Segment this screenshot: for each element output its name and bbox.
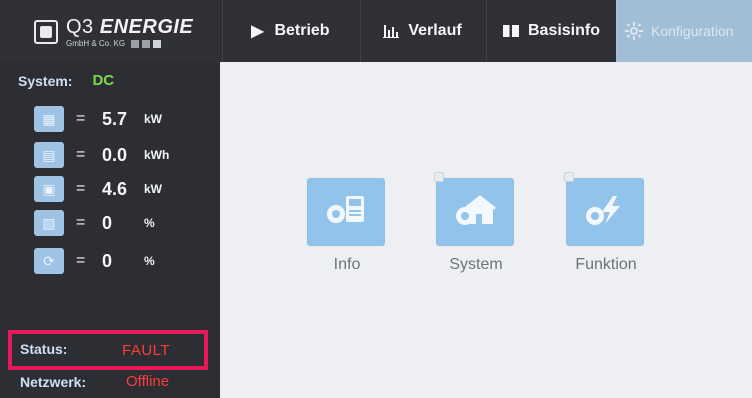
metric-value: 5.7	[102, 108, 128, 129]
brand-name: ENERGIE	[99, 15, 194, 38]
metric-row-inverter: ▣ = 4.6 kW	[34, 176, 162, 202]
solar-panel-icon: ▦	[34, 106, 64, 132]
status-label: Status:	[20, 341, 68, 357]
app-funktion[interactable]: Funktion	[564, 172, 646, 274]
app-system[interactable]: System	[434, 172, 516, 274]
metric-unit: %	[144, 216, 155, 230]
system-value: DC	[92, 72, 115, 89]
app-info[interactable]: Info	[307, 178, 387, 274]
network-value: Offline	[126, 373, 170, 390]
tab-basisinfo[interactable]: Basisinfo	[486, 0, 615, 62]
badge-icon	[434, 172, 444, 182]
tab-label: Betrieb	[274, 22, 330, 39]
metric-unit: kW	[144, 112, 162, 126]
metric-unit: %	[144, 254, 155, 268]
network-label: Netzwerk:	[20, 374, 87, 390]
metric-value: 0.0	[102, 144, 128, 165]
info-button[interactable]	[307, 178, 385, 246]
screen: Q3 ENERGIE GmbH & Co. KG ▶ Betrieb Verla…	[0, 0, 752, 398]
cycle-icon: ⟳	[34, 248, 64, 274]
funktion-button[interactable]	[564, 172, 644, 246]
top-navigation-bar: Q3 ENERGIE GmbH & Co. KG ▶ Betrieb Verla…	[0, 0, 752, 62]
badge-icon	[564, 172, 574, 182]
app-label: Funktion	[575, 256, 637, 273]
app-label: System	[449, 256, 503, 273]
logo-text: Q3 ENERGIE GmbH & Co. KG	[66, 17, 193, 48]
tab-label: Verlauf	[408, 22, 462, 39]
book-icon	[502, 22, 520, 40]
brand-subtitle-text: GmbH & Co. KG	[66, 38, 126, 48]
equals-sign: =	[76, 110, 86, 127]
metric-row-cycle: ⟳ = 0 %	[34, 248, 155, 274]
metric-row-panel-percent: ▧ = 0 %	[34, 210, 155, 236]
system-label: System:	[18, 72, 73, 89]
metric-row-battery: ▤ = 0.0 kWh	[34, 142, 169, 168]
inverter-icon: ▣	[34, 176, 64, 202]
house-gear-icon	[449, 190, 501, 235]
system-button[interactable]	[434, 172, 514, 246]
main-content: Info System Funktion	[220, 62, 752, 398]
logo-mark-icon	[34, 20, 58, 44]
battery-icon: ▤	[34, 142, 64, 168]
tab-konfiguration[interactable]: Konfiguration	[616, 0, 752, 62]
logo-squares-icon	[131, 39, 162, 48]
app-label: Info	[333, 256, 361, 273]
brand-title: Q3 ENERGIE	[66, 17, 193, 37]
brand-subtitle: GmbH & Co. KG	[66, 38, 193, 48]
metric-value: 0	[102, 212, 113, 233]
equals-sign: =	[76, 252, 86, 269]
metric-unit: kWh	[144, 148, 170, 162]
bolt-gear-icon	[579, 190, 631, 235]
bar-chart-icon	[382, 22, 400, 40]
play-icon: ▶	[251, 23, 264, 40]
metric-value: 0	[102, 250, 113, 271]
tab-betrieb[interactable]: ▶ Betrieb	[222, 0, 355, 62]
system-row: System: DC	[18, 72, 114, 89]
status-value: FAULT	[122, 342, 171, 359]
metric-unit: kW	[144, 182, 162, 196]
equals-sign: =	[76, 214, 86, 231]
metric-value: 4.6	[102, 178, 128, 199]
tab-label: Konfiguration	[651, 23, 734, 39]
info-gear-save-icon	[320, 190, 372, 235]
equals-sign: =	[76, 180, 86, 197]
tab-label: Basisinfo	[527, 22, 600, 39]
company-logo: Q3 ENERGIE GmbH & Co. KG	[14, 12, 219, 52]
panel-percent-icon: ▧	[34, 210, 64, 236]
metric-row-solar: ▦ = 5.7 kW	[34, 106, 162, 132]
brand-prefix: Q3	[66, 15, 94, 38]
equals-sign: =	[76, 146, 86, 163]
gear-icon	[625, 22, 643, 40]
tab-verlauf[interactable]: Verlauf	[360, 0, 483, 62]
